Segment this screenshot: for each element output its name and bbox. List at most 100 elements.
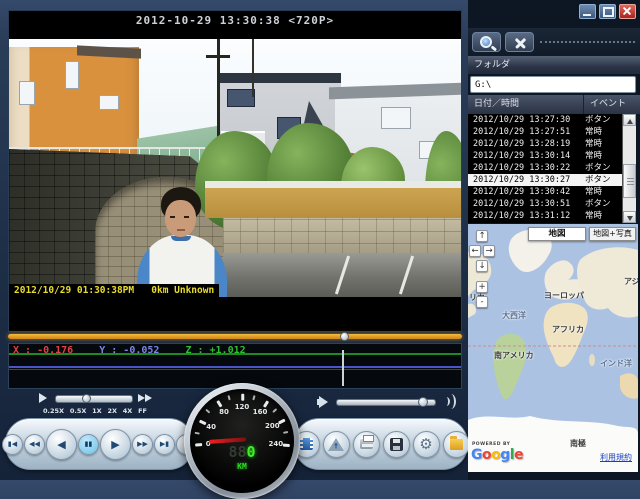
pan-up-button[interactable]: ↑ [476,230,488,242]
world-map [468,224,638,472]
fast-forward-button[interactable]: ▶▶ [132,434,153,455]
file-row-event: ボタン [585,162,611,174]
print-button[interactable] [353,431,380,458]
seek-handle[interactable] [340,332,349,341]
map-photo-tab[interactable]: 地図+写真 [589,227,636,241]
search-button[interactable] [472,32,501,52]
gauge-minor-tick [195,431,200,434]
pause-button[interactable]: ▮▮ [78,434,99,455]
file-row-datetime: 2012/10/29 13:28:19 [468,138,585,150]
rewind-button[interactable]: ◀◀ [24,434,45,455]
file-row[interactable]: 2012/10/29 13:30:27ボタン [468,174,622,186]
file-row[interactable]: 2012/10/29 13:31:12常時 [468,210,622,222]
scroll-up-button[interactable] [623,114,636,126]
file-row-event: 常時 [585,150,602,162]
maximize-button[interactable] [599,4,616,19]
map-panel[interactable]: リカ 大西洋 ヨーロッパ アジ アフリカ 南アメリカ インド洋 南極 地図 地図… [468,224,638,472]
speed-labels: 0.25X0.5X1X2X4XFF [43,407,147,415]
gauge-tick-label: 40 [203,423,219,431]
pan-down-button[interactable]: ↓ [476,260,488,272]
google-logo: Google [471,447,523,463]
zoom-in-button[interactable]: + [476,281,488,293]
file-row-event: ボタン [585,114,611,126]
settings-button[interactable]: ⚙ [413,431,440,458]
file-row-datetime: 2012/10/29 13:27:30 [468,114,585,126]
map-label-europe: ヨーロッパ [544,290,584,301]
file-row-datetime: 2012/10/29 13:30:27 [468,174,585,186]
speed-label-2x: 2X [107,407,117,415]
open-folder-button[interactable] [443,431,470,458]
separator [540,41,635,43]
save-icon [390,438,403,451]
graph-cursor[interactable] [342,350,344,386]
minimize-button[interactable] [579,4,596,19]
file-row-datetime: 2012/10/29 13:30:42 [468,186,585,198]
map-tab[interactable]: 地図 [528,227,586,241]
file-row[interactable]: 2012/10/29 13:30:51ボタン [468,198,622,210]
file-row[interactable]: 2012/10/29 13:30:22ボタン [468,162,622,174]
file-row-event: ボタン [585,174,611,186]
arrow-down-icon [627,216,633,221]
gsensor-graph: X : -0.176 Y : -0.052 Z : +1.012 [8,343,462,389]
speed-label-ff: FF [138,407,147,415]
scroll-down-button[interactable] [623,211,636,223]
event-backup-button[interactable] [323,431,350,458]
gauge-ghost-digits: 88 [228,443,246,461]
pan-left-button[interactable]: ← [469,245,481,257]
triangle-up-icon [328,438,344,451]
tools-button[interactable] [505,32,534,52]
file-list-scrollbar[interactable] [622,114,636,223]
file-row[interactable]: 2012/10/29 13:27:30ボタン [468,114,622,126]
maximize-icon [603,7,614,17]
printer-icon [360,439,373,449]
terms-link[interactable]: 利用規約 [600,452,632,463]
save-button[interactable] [383,431,410,458]
file-row-event: 常時 [585,126,602,138]
gsensor-x-line [9,369,461,371]
file-row[interactable]: 2012/10/29 13:27:51常時 [468,126,622,138]
speed-slider[interactable] [55,395,133,403]
column-header-event[interactable]: イベント [584,95,640,114]
video-frame: 2012/10/29 01:30:38PM 0km Unknown [9,39,461,297]
file-row-datetime: 2012/10/29 13:31:12 [468,210,585,222]
road [223,253,461,297]
play-reverse-button[interactable]: ◀ [46,429,77,460]
file-row-datetime: 2012/10/29 13:30:22 [468,162,585,174]
right-panel: フォルダ 日付／時間 イベント 2012/10/29 13:27:30ボタン20… [468,0,640,480]
scrollbar-thumb[interactable] [623,164,636,198]
fast-forward-speed-icon [138,393,152,402]
volume-slider-handle[interactable] [418,397,428,407]
guardrail [205,181,461,188]
seek-bar[interactable] [8,332,462,342]
seek-track[interactable] [8,334,462,339]
tools-bar: ⚙ [294,418,468,470]
speed-label-4x: 4X [123,407,133,415]
file-row[interactable]: 2012/10/29 13:30:42常時 [468,186,622,198]
play-button[interactable]: ▶ [100,429,131,460]
gauge-tick-label: 200 [264,422,280,430]
pan-right-button[interactable]: → [483,245,495,257]
file-row[interactable]: 2012/10/29 13:30:14常時 [468,150,622,162]
volume-control [315,393,460,413]
file-row-datetime: 2012/10/29 13:30:51 [468,198,585,210]
speedometer: 880 KM 04080120160200240 [184,383,300,499]
column-header-datetime[interactable]: 日付／時間 [468,95,584,114]
zoom-out-button[interactable]: - [476,296,488,308]
close-button[interactable] [619,4,636,19]
gsensor-z-line [9,353,461,355]
gauge-tick-label: 160 [252,408,268,416]
search-icon [480,36,492,48]
volume-slider[interactable] [336,399,436,406]
gear-icon: ⚙ [419,437,432,452]
skip-start-button[interactable]: ▮◀ [2,434,23,455]
step-forward-button[interactable]: ▶▮ [154,434,175,455]
file-row[interactable]: 2012/10/29 13:28:19常時 [468,138,622,150]
speed-label-0.5x: 0.5X [70,407,87,415]
playback-speed-control: 0.25X0.5X1X2X4XFF [30,392,195,418]
file-row-datetime: 2012/10/29 13:30:14 [468,150,585,162]
normal-speed-icon [39,393,47,403]
folder-path-input[interactable] [470,76,636,93]
speed-slider-handle[interactable] [82,394,91,403]
gsensor-y-line [9,366,461,368]
speed-label-1x: 1X [92,407,102,415]
